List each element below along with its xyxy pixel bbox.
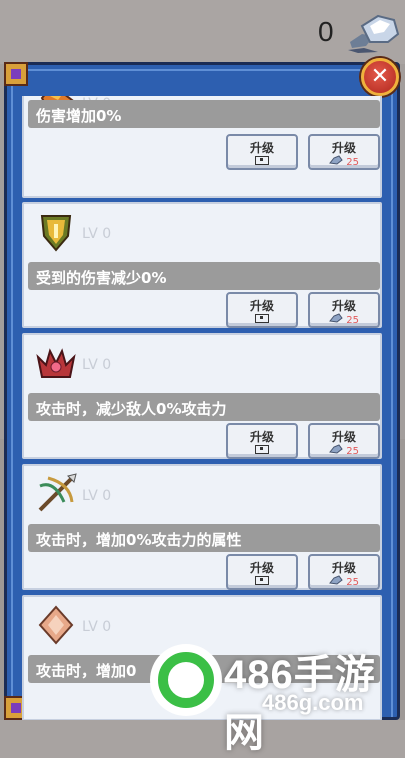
gem-cost: 25 [346,315,359,326]
close-icon: ✕ [370,64,390,89]
gem-upgrade-button[interactable]: 升级 25 [308,292,380,328]
description-bar: 攻击时，减少敌人0%攻击力 [28,393,380,421]
ad-upgrade-label: 升级 [249,430,274,444]
gem-upgrade-button[interactable]: 升级 25 [308,554,380,590]
ad-upgrade-button[interactable]: 升级 [226,423,298,459]
gem-upgrade-label: 升级 [331,141,356,155]
crossbow-icon [38,473,77,512]
description-text: 攻击时，减少敌人0%攻击力 [36,400,227,418]
ad-upgrade-label: 升级 [249,141,274,155]
upgrade-card: LV 0 攻击时，增加0%攻击力的属性 升级 升级 25 [22,464,382,590]
gold-shield-icon [40,215,72,252]
ad-upgrade-button[interactable]: 升级 [226,292,298,328]
gem-upgrade-label: 升级 [331,430,356,444]
crystal-shard-icon [329,575,343,585]
copper-gem-icon [38,605,74,645]
crystal-shard-icon [329,155,343,165]
level-label: LV 0 [82,488,112,504]
crystal-shard-icon [348,14,400,53]
ad-upgrade-label: 升级 [249,561,274,575]
top-hud: 0 [0,0,405,64]
gem-upgrade-label: 升级 [331,299,356,313]
red-crown-icon [36,348,76,378]
crystal-shard-icon [329,313,343,323]
gem-cost: 25 [346,577,359,588]
site-watermark: 486手游网 486g.com [150,640,405,755]
video-ad-icon [255,576,269,585]
gem-upgrade-button[interactable]: 升级 25 [308,134,380,170]
gem-cost: 25 [346,157,359,168]
ad-upgrade-label: 升级 [249,299,274,313]
upgrade-card: LV 0 攻击时，减少敌人0%攻击力 升级 升级 25 [22,333,382,459]
level-label: LV 0 [82,226,112,242]
video-ad-icon [255,445,269,454]
description-bar: 攻击时，增加0%攻击力的属性 [28,524,380,552]
close-button[interactable]: ✕ [361,58,399,96]
watermark-url: 486g.com [262,690,364,715]
description-bar: 受到的伤害减少0% [28,262,380,290]
description-text: 攻击时，增加0%攻击力的属性 [36,531,242,549]
description-text: 受到的伤害减少0% [36,269,167,287]
description-text: 攻击时，增加0 [36,662,137,680]
corner-ornament-icon [4,62,28,86]
upgrade-card: LV 0 受到的伤害减少0% 升级 升级 25 [22,202,382,328]
description-bar: 伤害增加0% [28,100,380,128]
gem-upgrade-button[interactable]: 升级 25 [308,423,380,459]
video-ad-icon [255,314,269,323]
upgrade-list[interactable]: LV 0 伤害增加0% 升级 升级 25 LV 0 受到的伤害减少0% 升级 [22,96,382,720]
upgrade-card: LV 0 伤害增加0% 升级 升级 25 [22,96,382,198]
currency-count: 0 [318,16,334,47]
level-label: LV 0 [82,619,112,635]
description-text: 伤害增加0% [36,107,122,125]
level-label: LV 0 [82,357,112,373]
gem-upgrade-label: 升级 [331,561,356,575]
video-ad-icon [255,156,269,165]
ad-upgrade-button[interactable]: 升级 [226,134,298,170]
gem-cost: 25 [346,446,359,457]
ad-upgrade-button[interactable]: 升级 [226,554,298,590]
crystal-shard-icon [329,444,343,454]
